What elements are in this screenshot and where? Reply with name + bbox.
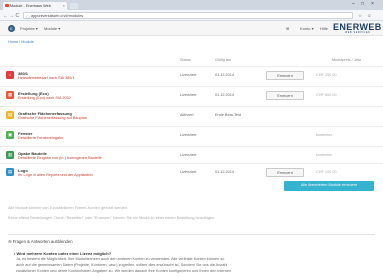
faq-question-text: Wird mehrere Konten unter einer Lizenz m… — [16, 251, 112, 256]
module-valid-until: 01.12.2014 — [215, 170, 235, 174]
table-row: ▣ Fenster Detaillierte Fenstereingabe Li… — [0, 126, 383, 143]
logo-tagline: WEB SERVICES — [345, 31, 371, 34]
module-status: Lizenziert — [180, 73, 197, 77]
module-price: kostenlos — [316, 153, 333, 157]
table-row: ▥ Opake Bauteile Detaillierte Eingabe vo… — [0, 146, 383, 163]
module-name: Erstellung (Eco) — [18, 90, 49, 96]
renew-button[interactable]: Erneuern — [266, 90, 304, 100]
faq-answer-line: Ja, es besteht die Möglichkeit. Ihre Mod… — [16, 257, 225, 261]
module-icon: ▣ — [6, 131, 14, 139]
module-price: CHF 250.00 — [316, 73, 337, 77]
forward-icon[interactable]: → — [9, 13, 14, 19]
table-row: ▦ Erstellung (Eco) Erstellung (Eco) nach… — [0, 86, 383, 103]
module-description: Grafische Flächenerfassung auf Bauplan — [18, 116, 87, 120]
logo-wordmark: ENERWEB — [333, 22, 382, 32]
module-valid-until: 01.12.2014 — [215, 73, 235, 77]
grid-icon[interactable]: ⊞ — [286, 26, 289, 31]
module-name: Fenster — [18, 130, 33, 136]
faq-answer-line: auch auf die gemeinsamen Daten (Projekte… — [16, 263, 228, 267]
module-status: Lizenziert — [180, 93, 197, 97]
faq-question: • Wird mehrere Konten unter einer Lizenz… — [14, 251, 111, 256]
module-description: Ihr Logo in allen Reports und der Applik… — [18, 173, 93, 177]
table-row: ▤ Grafische Flächenerfassung Grafische F… — [0, 106, 383, 123]
module-description: Erstellung (Eco) nach SIA 2032 — [18, 96, 71, 100]
table-row: ▤ Logo Ihr Logo in allen Reports und der… — [0, 163, 383, 180]
home-logo-icon[interactable]: E — [8, 25, 15, 32]
module-name: 380/1 — [18, 70, 29, 76]
module-status: Lizenziert — [180, 133, 197, 137]
orders-note: Keine offene Bestellungen. Durch "Bestel… — [8, 216, 216, 220]
module-icon: ▦ — [6, 91, 14, 99]
maximize-icon[interactable]: □ — [361, 1, 364, 7]
module-description: Heizwärmebedarf nach SIA 380/1 — [18, 76, 75, 80]
module-description: Detaillierte Eingabe von (in-) homogenen… — [18, 156, 102, 160]
new-tab-button[interactable] — [70, 3, 78, 9]
module-price: CHF 100.00 — [316, 170, 337, 174]
module-valid-until: 01.12.2014 — [215, 93, 235, 97]
module-description: Detaillierte Fenstereingabe — [18, 136, 64, 140]
browser-menu-icon[interactable]: ≡ — [368, 13, 371, 18]
module-icon: ▤ — [6, 168, 14, 176]
table-row: ⌂ 380/1 Heizwärmebedarf nach SIA 380/1 L… — [0, 66, 383, 83]
module-price: kostenlos — [316, 133, 333, 137]
page-icon: ▢ — [26, 15, 30, 20]
breadcrumb[interactable]: Home / Module — [8, 40, 34, 44]
renew-button[interactable]: Erneuern — [266, 70, 304, 80]
column-price: Modulpreis / Jahr — [332, 58, 362, 62]
tab-close-icon[interactable]: × — [63, 3, 65, 8]
module-name: Opake Bauteile — [18, 150, 47, 156]
url-input[interactable]: ▢ appuniversalweb.ch/#/modules — [23, 11, 353, 20]
app-header: E Projekte ▾ Module ▾ ⊞ Konto ▾ Hilfe EN… — [0, 21, 383, 36]
back-icon[interactable]: ← — [3, 13, 8, 19]
faq-toggle[interactable]: ⊖ Fragen & Antworten ausblenden — [8, 239, 73, 244]
close-window-icon[interactable]: × — [371, 1, 374, 7]
accounts-note: Alle Module können von 8 zusätzlichen Fi… — [8, 206, 128, 210]
enerweb-logo[interactable]: ENERWEB WEB SERVICES — [333, 22, 382, 35]
renew-all-button[interactable]: Alle lizenzierten Module erneuern — [284, 181, 374, 191]
browser-tab[interactable]: Module - Enerhaus Web × — [3, 1, 67, 10]
renew-button[interactable]: Erneuern — [266, 167, 304, 177]
module-name: Logo — [18, 167, 28, 173]
module-icon: ▥ — [6, 151, 14, 159]
bookmark-star-icon[interactable]: ☆ — [358, 13, 362, 19]
divider — [8, 234, 375, 235]
menu-user[interactable]: Konto ▾ — [300, 26, 314, 31]
module-name: Grafische Flächenerfassung — [18, 110, 72, 116]
module-status: Aktiviert — [180, 113, 194, 117]
reload-icon[interactable]: C — [16, 13, 20, 19]
module-valid-until: Ende Beta-Test — [215, 113, 241, 117]
module-icon: ▤ — [6, 111, 14, 119]
faq-answer-line: zusätzlicher Konten und deren Kontoinhab… — [16, 269, 232, 273]
column-valid-until: Gültig bis — [215, 58, 231, 62]
faq-title: Fragen & Antworten ausblenden — [12, 239, 73, 244]
module-price: CHF 500.00 — [316, 93, 337, 97]
tab-title: Module - Enerhaus Web — [10, 3, 51, 8]
browser-tab-bar: Module - Enerhaus Web × – □ × — [0, 0, 383, 10]
url-text: appuniversalweb.ch/#/modules — [31, 13, 84, 18]
module-status: Lizenziert — [180, 170, 197, 174]
module-icon: ⌂ — [6, 71, 14, 79]
menu-help[interactable]: Hilfe — [320, 26, 328, 31]
favicon-icon — [5, 3, 9, 8]
column-status: Status — [180, 58, 191, 62]
minimize-icon[interactable]: – — [352, 1, 355, 7]
menu-projects[interactable]: Projekte ▾ — [20, 26, 38, 31]
menu-modules[interactable]: Module ▾ — [44, 26, 60, 31]
module-status: Lizenziert — [180, 153, 197, 157]
address-bar-row: ← → C ▢ appuniversalweb.ch/#/modules ☆ ≡ — [0, 10, 383, 21]
